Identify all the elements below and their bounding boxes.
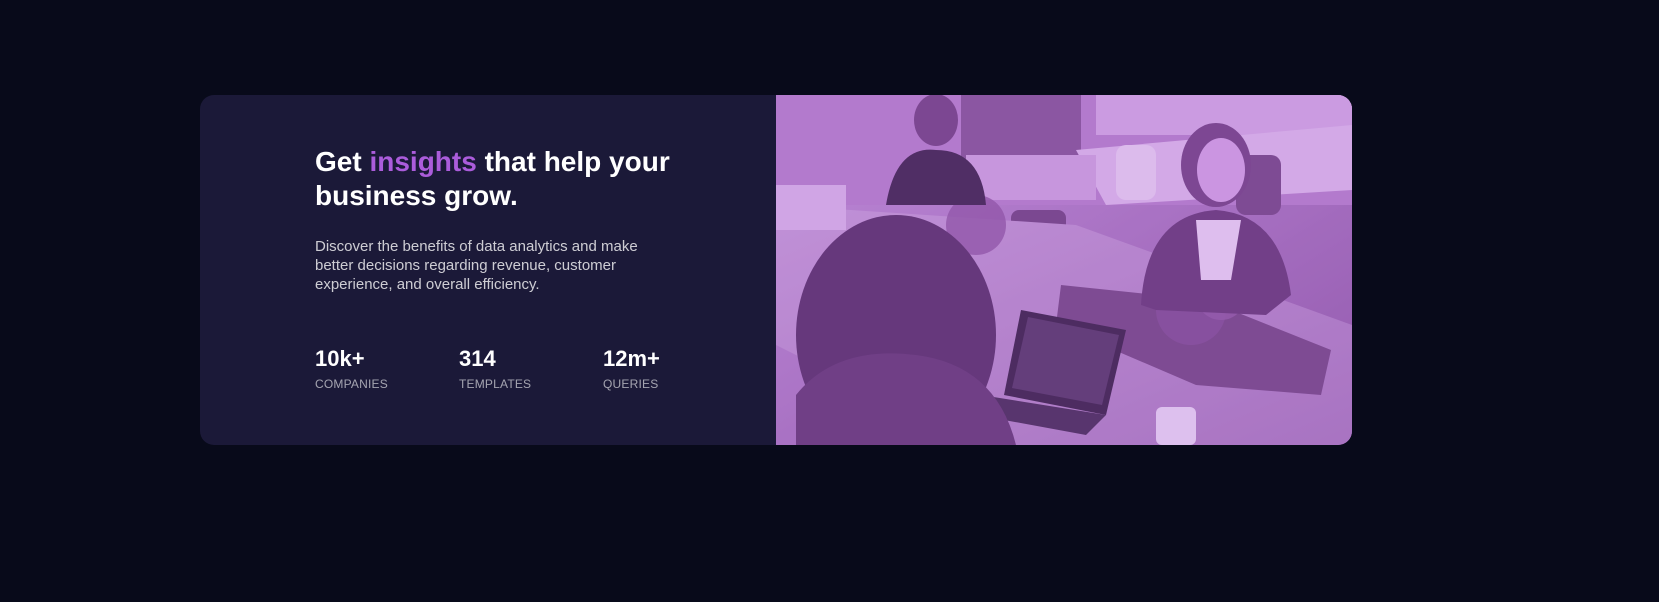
- stat-label: COMPANIES: [315, 377, 388, 391]
- team-photo-icon: [776, 95, 1352, 445]
- headline-start: Get: [315, 146, 362, 177]
- stat-value: 314: [459, 346, 496, 371]
- stat-companies: 10k+ COMPANIES: [315, 346, 459, 392]
- team-photo: [776, 95, 1352, 445]
- stat-templates: 314 TEMPLATES: [459, 346, 603, 392]
- headline: Get insights that help your business gro…: [315, 145, 675, 213]
- text-panel: Get insights that help your business gro…: [200, 95, 776, 445]
- headline-accent: insights: [369, 146, 477, 177]
- stat-label: TEMPLATES: [459, 377, 532, 391]
- stat-queries: 12m+ QUERIES: [603, 346, 747, 392]
- stats-row: 10k+ COMPANIES 314 TEMPLATES 12m+ QUERIE…: [315, 346, 776, 392]
- stat-value: 10k+: [315, 346, 365, 371]
- description: Discover the benefits of data analytics …: [315, 238, 638, 293]
- stat-value: 12m+: [603, 346, 660, 371]
- stats-preview-card: Get insights that help your business gro…: [200, 95, 1352, 445]
- stat-label: QUERIES: [603, 377, 659, 391]
